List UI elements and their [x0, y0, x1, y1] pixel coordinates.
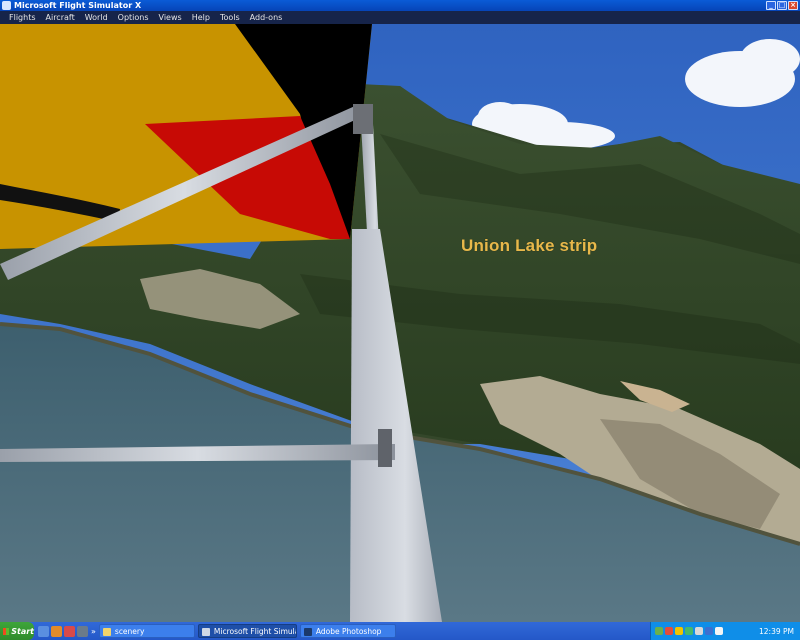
shield-icon[interactable]: [77, 625, 88, 637]
minimize-button[interactable]: _: [766, 1, 776, 10]
folder-icon: [102, 628, 111, 636]
menu-tools[interactable]: Tools: [215, 11, 245, 24]
menu-addons[interactable]: Add-ons: [245, 11, 288, 24]
menu-help[interactable]: Help: [187, 11, 215, 24]
desktop-icon[interactable]: [38, 625, 49, 637]
photoshop-icon: [303, 628, 312, 636]
task-button-scenery[interactable]: scenery: [98, 624, 195, 638]
fsx-icon: [201, 628, 210, 636]
location-label: Union Lake strip: [461, 236, 598, 255]
app-icon: [2, 1, 11, 10]
task-button-photoshop[interactable]: Adobe Photoshop: [299, 624, 396, 638]
menu-aircraft[interactable]: Aircraft: [41, 11, 80, 24]
volume-icon[interactable]: [695, 627, 703, 635]
antivirus-icon[interactable]: [665, 627, 673, 635]
close-button[interactable]: ×: [788, 1, 798, 10]
task-button-fsx[interactable]: Microsoft Flight Simulat...: [197, 624, 297, 638]
menu-flights[interactable]: Flights: [4, 11, 41, 24]
start-button[interactable]: Start: [0, 622, 34, 640]
system-tray: 12:39 PM: [650, 622, 800, 640]
menu-options[interactable]: Options: [113, 11, 154, 24]
clock: 12:39 PM: [759, 626, 794, 636]
menu-views[interactable]: Views: [154, 11, 187, 24]
quick-launch: [38, 625, 88, 637]
start-label: Start: [11, 626, 34, 636]
sync-icon[interactable]: [685, 627, 693, 635]
title-bar[interactable]: Microsoft Flight Simulator X _ □ ×: [0, 0, 800, 11]
quick-launch-chevron-icon[interactable]: »: [91, 627, 96, 636]
strut-bracket: [353, 104, 373, 134]
maximize-button[interactable]: □: [777, 1, 787, 10]
media-icon[interactable]: [64, 625, 75, 637]
menu-bar: Flights Aircraft World Options Views Hel…: [0, 11, 800, 24]
window-controls: _ □ ×: [766, 0, 798, 11]
task-label: scenery: [114, 627, 145, 636]
flight-view[interactable]: Union Lake strip: [0, 24, 800, 622]
window-title: Microsoft Flight Simulator X: [14, 1, 142, 10]
power-icon[interactable]: [715, 627, 723, 635]
update-icon[interactable]: [675, 627, 683, 635]
taskbar: Start » scenery Microsoft Flight Simulat…: [0, 622, 800, 640]
scene-graphic: [0, 24, 800, 622]
task-label: Microsoft Flight Simulat...: [213, 627, 296, 636]
browser-icon[interactable]: [51, 625, 62, 637]
security-icon[interactable]: [705, 627, 713, 635]
menu-world[interactable]: World: [80, 11, 113, 24]
spreader-fitting: [378, 429, 392, 467]
windows-logo-icon: [3, 627, 10, 635]
task-label: Adobe Photoshop: [315, 627, 382, 636]
network-icon[interactable]: [655, 627, 663, 635]
